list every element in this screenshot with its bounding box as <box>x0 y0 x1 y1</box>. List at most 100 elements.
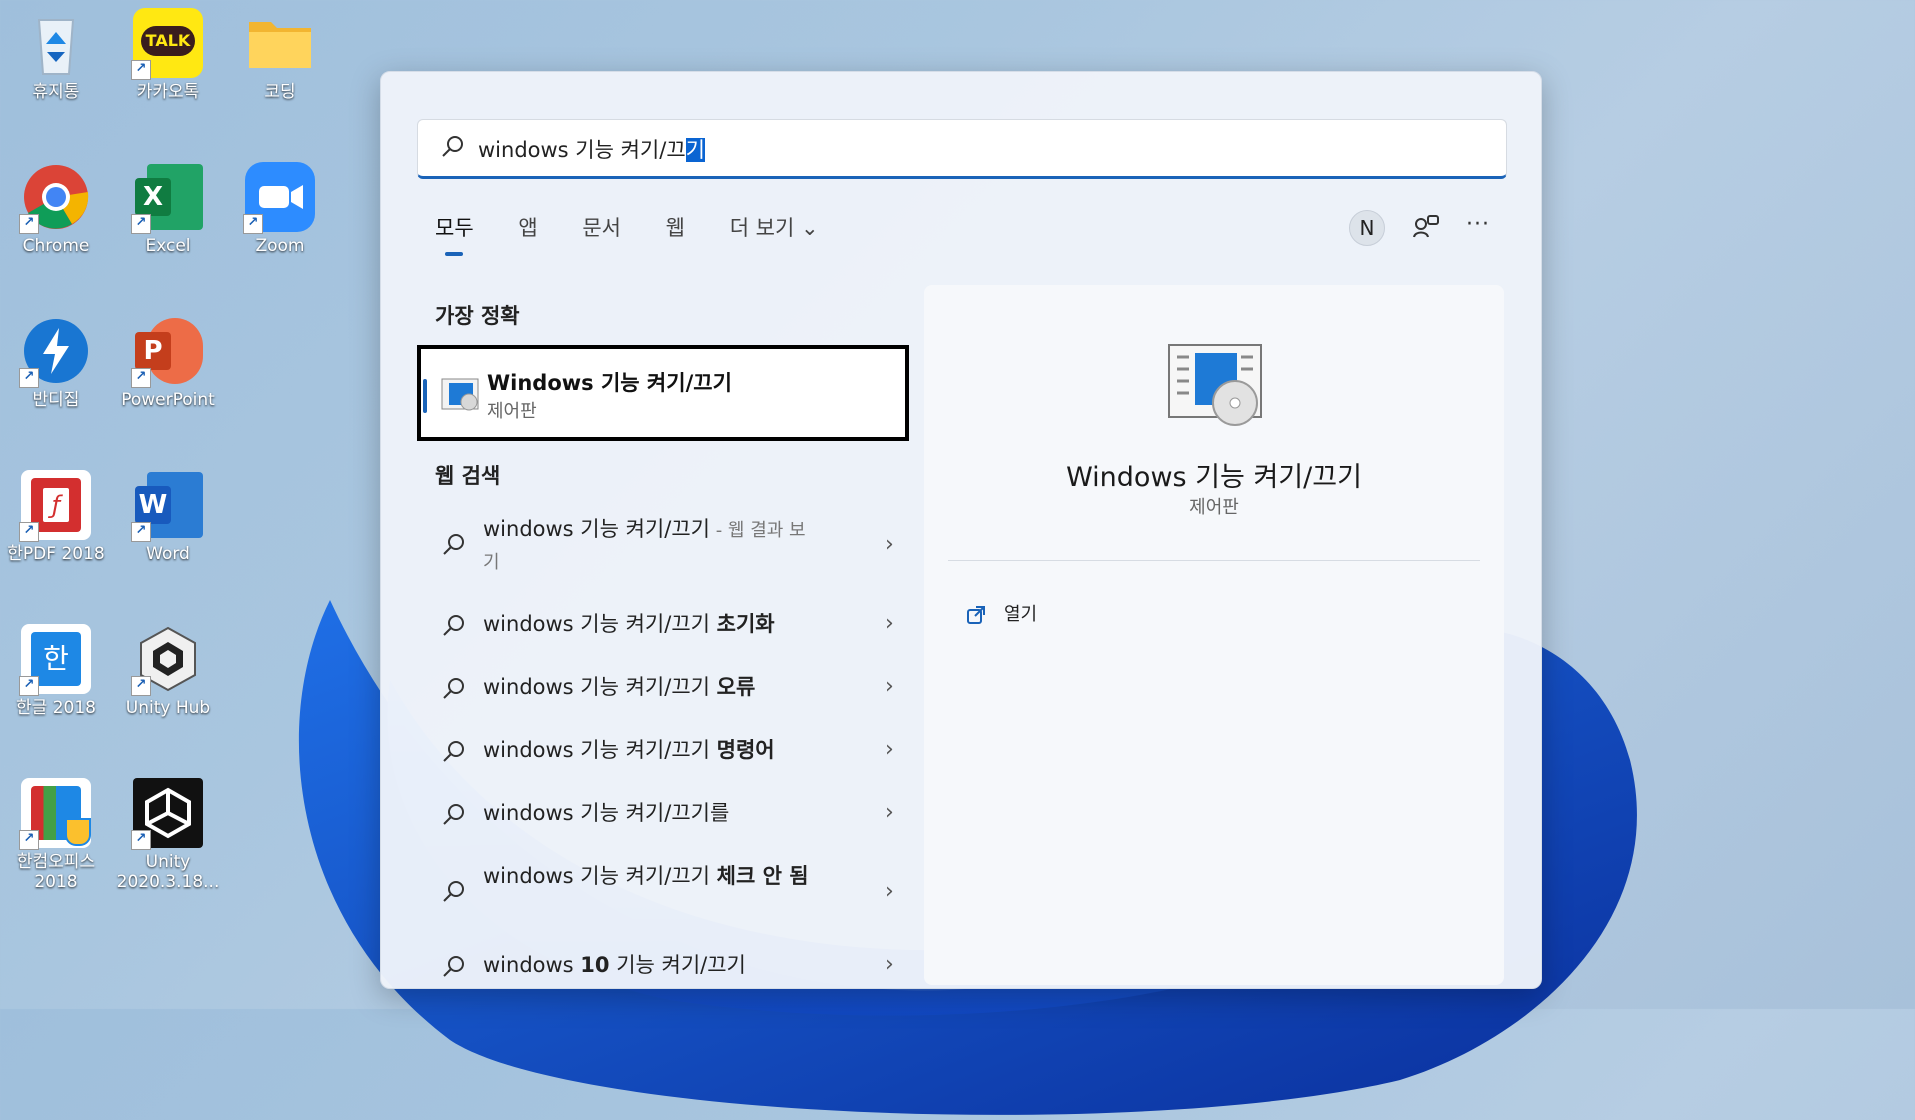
search-icon <box>443 804 464 825</box>
word-letter: W <box>135 486 171 524</box>
kakao-badge: TALK <box>141 26 195 56</box>
shortcut-arrow-icon: ↗ <box>19 522 39 542</box>
chevron-right-icon: › <box>885 800 894 825</box>
kakaotalk-icon: TALK ↗ <box>131 8 203 80</box>
selection-indicator <box>423 379 427 413</box>
unity-icon: ↗ <box>131 778 203 850</box>
desktop-icon-label: Word <box>146 544 190 564</box>
desktop-icon-hangul[interactable]: 한 ↗ 한글 2018 <box>1 624 111 718</box>
web-result-suffix: 기능 켜기/끄기 <box>609 953 746 977</box>
shortcut-arrow-icon: ↗ <box>131 522 151 542</box>
shortcut-arrow-icon: ↗ <box>243 214 263 234</box>
web-result-prefix: windows 기능 켜기/끄기 <box>483 864 717 888</box>
search-icon <box>443 881 464 902</box>
web-result-prefix: windows <box>483 953 581 977</box>
powerpoint-letter: P <box>135 332 171 370</box>
web-result-bold: 명령어 <box>716 738 775 762</box>
desktop-icon-folder-coding[interactable]: 코딩 <box>225 8 335 102</box>
web-result-prefix: windows 기능 켜기/끄기 <box>483 675 717 699</box>
search-icon <box>443 956 464 977</box>
desktop-icon-label: 한글 2018 <box>16 698 96 718</box>
tab-web[interactable]: 웹 <box>666 212 685 242</box>
best-match-item[interactable]: Windows 기능 켜기/끄기 제어판 <box>417 345 909 441</box>
desktop-icon-label: 카카오톡 <box>136 82 200 102</box>
desktop-icon-chrome[interactable]: ↗ Chrome <box>1 162 111 256</box>
best-match-title: Windows 기능 켜기/끄기 <box>487 371 732 395</box>
desktop-icon-excel[interactable]: X ↗ Excel <box>113 162 223 256</box>
tab-documents[interactable]: 문서 <box>582 212 621 242</box>
desktop-icon-hanpdf[interactable]: ƒ ↗ 한PDF 2018 <box>1 470 111 564</box>
desktop-icon-word[interactable]: W ↗ Word <box>113 470 223 564</box>
web-result-item[interactable]: windows 기능 켜기/끄기 명령어 › <box>417 733 917 773</box>
shortcut-arrow-icon: ↗ <box>19 830 39 850</box>
hancom-office-icon: ↗ <box>19 778 91 850</box>
bandizip-icon: ↗ <box>19 316 91 388</box>
open-button[interactable]: 열기 <box>966 600 1037 626</box>
desktop-icon-label: PowerPoint <box>121 390 215 410</box>
web-result-item[interactable]: windows 기능 켜기/끄기 오류 › <box>417 670 917 710</box>
desktop-icon-kakaotalk[interactable]: TALK ↗ 카카오톡 <box>113 8 223 102</box>
web-result-bold: 체크 안 됨 <box>716 864 809 888</box>
zoom-icon: ↗ <box>243 162 315 234</box>
shortcut-arrow-icon: ↗ <box>131 368 151 388</box>
search-query-main: windows 기능 켜기/끄 <box>478 138 686 162</box>
search-filter-tabs: 모두 앱 문서 웹 더 보기 ⌄ <box>435 212 857 256</box>
windows-features-large-icon <box>1168 344 1262 426</box>
search-query-selection: 기 <box>685 138 705 162</box>
account-avatar[interactable]: N <box>1349 210 1385 246</box>
preview-title: Windows 기능 켜기/끄기 <box>1066 462 1362 493</box>
web-result-item[interactable]: windows 10 기능 켜기/끄기 › <box>417 948 917 988</box>
more-options-icon[interactable]: ··· <box>1466 212 1490 237</box>
web-result-prefix: windows 기능 켜기/끄기 <box>483 612 717 636</box>
desktop-icon-label: 반디집 <box>32 390 80 410</box>
search-icon <box>442 136 463 157</box>
web-result-bold: 초기화 <box>716 612 775 636</box>
desktop-icon-unity[interactable]: ↗ Unity 2020.3.18... <box>113 778 223 892</box>
tab-apps[interactable]: 앱 <box>518 212 537 242</box>
chevron-right-icon: › <box>885 952 894 977</box>
recycle-bin-icon <box>21 8 91 78</box>
desktop-icon-hancom-office[interactable]: ↗ 한컴오피스 2018 <box>1 778 111 892</box>
search-query-text: windows 기능 켜기/끄기 <box>478 134 705 164</box>
folder-icon <box>245 8 315 78</box>
desktop-icon-label: Unity 2020.3.18... <box>116 852 220 892</box>
web-result-item[interactable]: windows 기능 켜기/끄기를 › <box>417 796 917 836</box>
chevron-right-icon: › <box>885 674 894 699</box>
start-search-panel: windows 기능 켜기/끄기 모두 앱 문서 웹 더 보기 ⌄ N ··· … <box>380 71 1542 989</box>
tab-more[interactable]: 더 보기 ⌄ <box>730 212 819 242</box>
shortcut-arrow-icon: ↗ <box>19 676 39 696</box>
web-result-item[interactable]: windows 기능 켜기/끄기 초기화 › <box>417 607 917 647</box>
preview-subtitle: 제어판 <box>1189 497 1239 518</box>
chevron-right-icon: › <box>885 737 894 762</box>
chrome-icon: ↗ <box>19 162 91 234</box>
desktop-icon-label: 휴지통 <box>32 82 80 102</box>
web-result-item[interactable]: windows 기능 켜기/끄기 - 웹 결과 보기 › <box>417 512 917 582</box>
web-result-prefix: windows 기능 켜기/끄기를 <box>483 801 730 825</box>
desktop-icon-unity-hub[interactable]: ↗ Unity Hub <box>113 624 223 718</box>
web-result-bold: 오류 <box>716 675 756 699</box>
desktop-icon-bandizip[interactable]: ↗ 반디집 <box>1 316 111 410</box>
chevron-right-icon: › <box>885 611 894 636</box>
tab-all[interactable]: 모두 <box>435 212 474 256</box>
desktop-icon-zoom[interactable]: ↗ Zoom <box>225 162 335 256</box>
web-result-prefix: windows 기능 켜기/끄기 <box>483 517 710 541</box>
excel-icon: X ↗ <box>131 162 203 234</box>
desktop-icon-recycle-bin[interactable]: 휴지통 <box>1 8 111 102</box>
excel-letter: X <box>135 178 171 216</box>
web-search-heading: 웹 검색 <box>435 464 501 488</box>
desktop-icon-powerpoint[interactable]: P ↗ PowerPoint <box>113 316 223 410</box>
best-match-subtitle: 제어판 <box>487 401 537 422</box>
desktop-icon-label: Chrome <box>22 236 90 256</box>
search-icon <box>443 678 464 699</box>
result-preview-pane: Windows 기능 켜기/끄기 제어판 열기 <box>924 285 1504 985</box>
search-input[interactable]: windows 기능 켜기/끄기 <box>417 119 1507 179</box>
web-result-item[interactable]: windows 기능 켜기/끄기 체크 안 됨 › <box>417 859 917 929</box>
unity-hub-icon: ↗ <box>131 624 203 696</box>
search-icon <box>443 741 464 762</box>
shortcut-arrow-icon: ↗ <box>131 214 151 234</box>
shortcut-arrow-icon: ↗ <box>131 830 151 850</box>
powerpoint-icon: P ↗ <box>131 316 203 388</box>
desktop-icon-label: Excel <box>145 236 191 256</box>
chevron-right-icon: › <box>885 532 894 557</box>
people-share-icon[interactable] <box>1411 212 1441 242</box>
